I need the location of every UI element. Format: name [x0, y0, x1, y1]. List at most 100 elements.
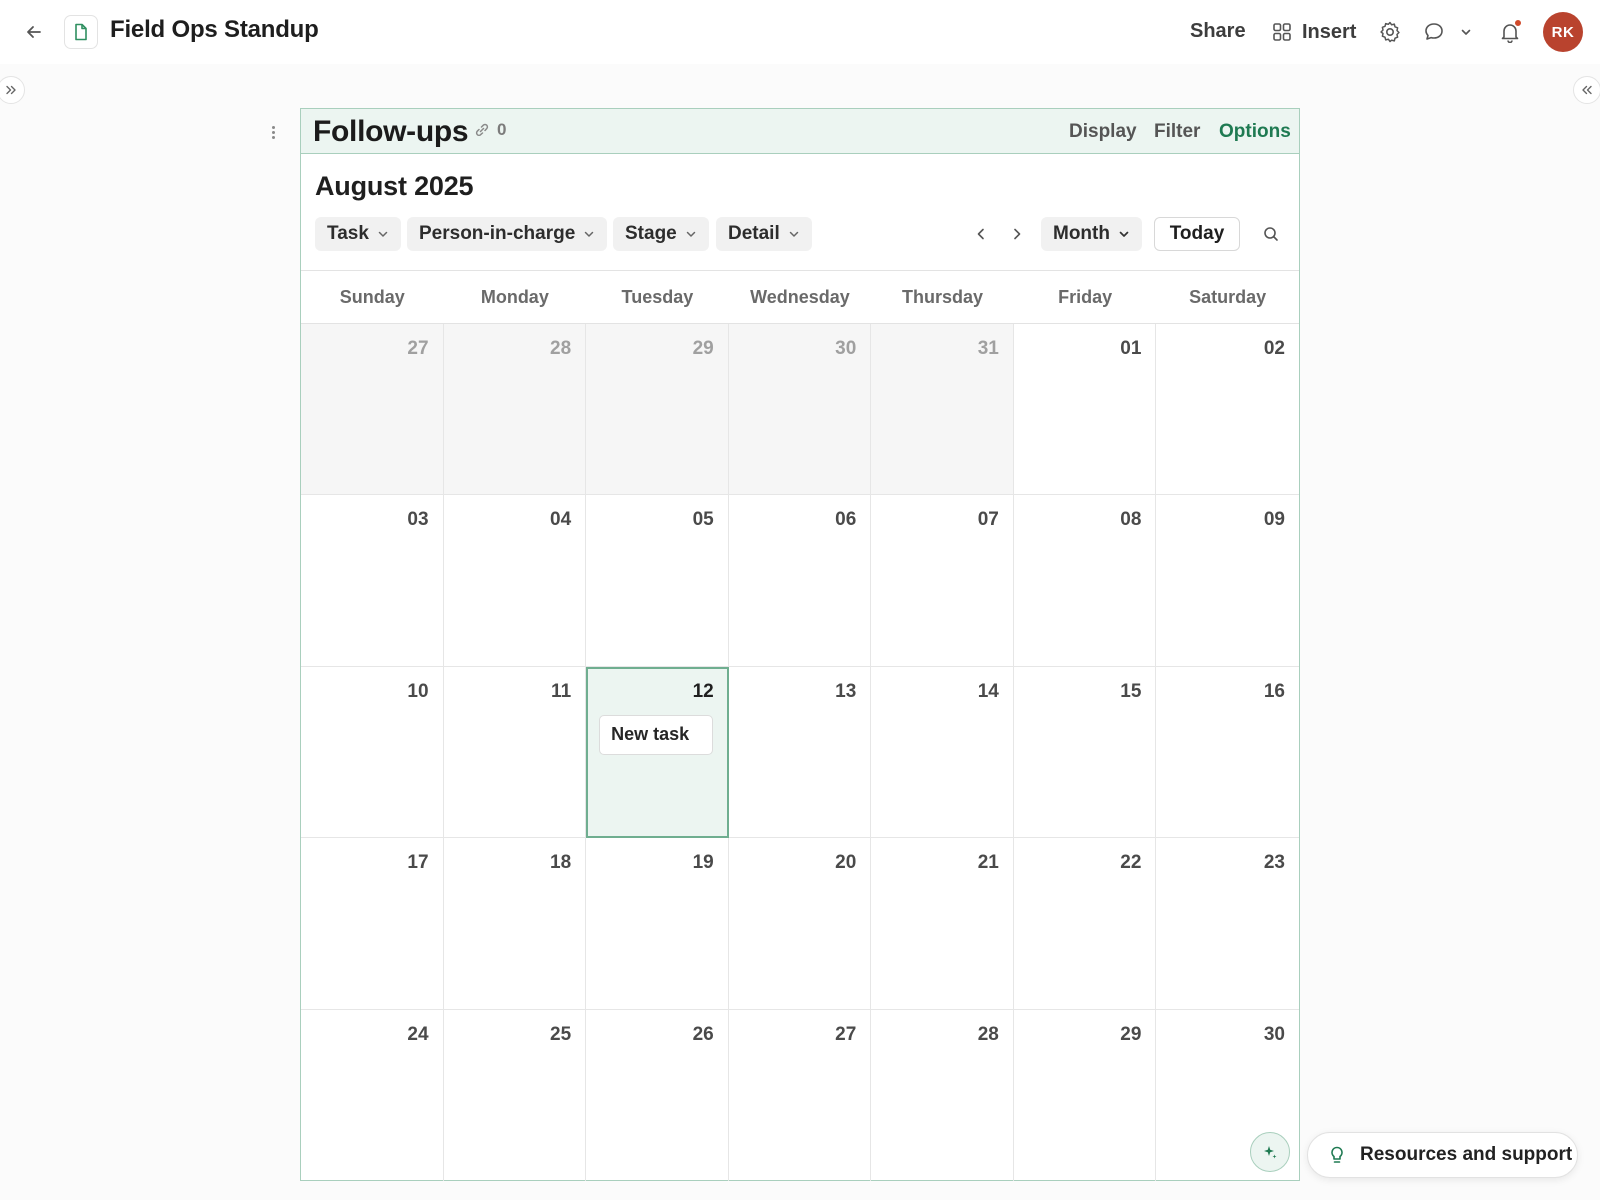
day-cell[interactable]: 29	[1014, 1009, 1157, 1181]
view-select-month[interactable]: Month	[1041, 217, 1142, 251]
day-cell[interactable]: 24	[301, 1009, 444, 1181]
chevron-down-icon	[378, 231, 388, 237]
day-cell[interactable]: 30	[728, 324, 872, 496]
day-number: 15	[1120, 680, 1142, 702]
day-cell[interactable]: 09	[1156, 495, 1299, 667]
expand-left-panel-button[interactable]	[0, 76, 25, 104]
resources-and-support-button[interactable]: Resources and support	[1307, 1132, 1578, 1178]
next-month-button[interactable]	[1005, 222, 1029, 246]
comments-button[interactable]	[1420, 18, 1448, 46]
notification-dot	[1514, 19, 1522, 27]
day-cell[interactable]: 28	[871, 1009, 1014, 1181]
day-cell[interactable]: 31	[871, 324, 1014, 496]
expand-right-panel-button[interactable]	[1573, 76, 1600, 104]
filter-chip-person-in-charge[interactable]: Person-in-charge	[407, 217, 608, 251]
day-cell[interactable]: 06	[728, 495, 872, 667]
link-count-value: 0	[497, 120, 507, 139]
avatar[interactable]: RK	[1543, 12, 1583, 52]
day-cell[interactable]: 08	[1013, 495, 1157, 667]
link-icon	[475, 123, 489, 136]
day-cell[interactable]: 19	[586, 838, 729, 1010]
day-number: 30	[835, 338, 857, 359]
day-number: 20	[835, 852, 857, 874]
task-chip[interactable]: New task	[599, 714, 714, 755]
day-number: 17	[407, 852, 429, 874]
day-cell[interactable]: 15	[1013, 666, 1157, 839]
ai-assist-button[interactable]	[1250, 1132, 1290, 1172]
day-cell[interactable]: 28	[443, 324, 587, 496]
day-number: 26	[692, 1023, 714, 1045]
day-cell[interactable]: 16	[1156, 667, 1299, 839]
day-number: 24	[407, 1023, 429, 1045]
day-number: 22	[1120, 852, 1142, 874]
search-icon	[1264, 227, 1278, 241]
day-number: 28	[550, 338, 572, 359]
dot	[271, 130, 275, 134]
display-button[interactable]: Display	[1069, 121, 1137, 143]
day-cell[interactable]: 20	[728, 838, 872, 1010]
chevron-down-icon	[1119, 231, 1129, 237]
dot	[271, 135, 275, 139]
day-cell[interactable]: 13	[728, 666, 872, 839]
double-chevron-left-icon	[1582, 85, 1592, 95]
calendar-widget: Follow-ups 0 Display Filter Options Augu…	[300, 108, 1300, 1181]
day-number: 12	[692, 680, 714, 702]
day-cell[interactable]: 21	[871, 838, 1014, 1010]
day-number: 31	[977, 338, 999, 359]
day-cell[interactable]: 18	[443, 838, 587, 1010]
chevron-down-icon	[686, 231, 695, 237]
weekday-label: Friday	[1058, 286, 1113, 307]
day-cell[interactable]: 26	[586, 1009, 729, 1181]
day-cell[interactable]: 04	[443, 495, 587, 667]
day-cell[interactable]: 23	[1156, 838, 1299, 1010]
weekday-label: Sunday	[339, 286, 405, 307]
document-icon	[75, 23, 87, 41]
widget-title[interactable]: Follow-ups	[313, 115, 469, 149]
filter-chip-label: Person-in-charge	[419, 223, 576, 244]
comments-dropdown-button[interactable]	[1455, 18, 1477, 46]
search-button[interactable]	[1259, 222, 1283, 246]
day-cell[interactable]: 10	[301, 666, 444, 839]
filter-chip-label: Task	[327, 223, 369, 244]
day-cell[interactable]: 25	[444, 1009, 587, 1181]
settings-button[interactable]	[1376, 18, 1404, 46]
insert-button[interactable]: Insert	[1272, 18, 1356, 46]
day-number: 23	[1263, 852, 1285, 874]
filter-chip-stage[interactable]: Stage	[613, 217, 709, 251]
day-cell[interactable]: 11	[443, 666, 587, 839]
options-button[interactable]: Options	[1219, 121, 1291, 143]
day-number: 16	[1263, 680, 1285, 702]
back-button[interactable]	[20, 18, 48, 46]
day-cell[interactable]: 03	[301, 495, 444, 667]
linked-count[interactable]: 0	[473, 120, 506, 140]
sparkle-icon	[1264, 1146, 1277, 1159]
day-cell[interactable]: 29	[586, 324, 729, 496]
day-number: 13	[835, 680, 857, 702]
block-menu-handle[interactable]	[268, 122, 278, 142]
day-number: 14	[977, 680, 999, 702]
previous-month-button[interactable]	[969, 222, 993, 246]
chevron-down-icon	[789, 231, 798, 237]
day-cell[interactable]: 05	[586, 495, 729, 667]
document-icon-button[interactable]	[64, 15, 98, 49]
filter-chip-label: Stage	[625, 223, 677, 244]
day-cell[interactable]: 01	[1013, 324, 1157, 496]
filter-chip-detail[interactable]: Detail	[716, 217, 812, 251]
filter-button[interactable]: Filter	[1154, 121, 1200, 143]
document-title[interactable]: Field Ops Standup	[110, 16, 319, 44]
day-cell[interactable]: 07	[871, 495, 1014, 667]
weekday-label: Tuesday	[621, 286, 694, 307]
day-number: 28	[977, 1023, 999, 1045]
day-cell[interactable]: 27	[729, 1009, 872, 1181]
day-cell[interactable]: 17	[301, 838, 444, 1010]
day-cell[interactable]: 02	[1156, 324, 1299, 496]
day-cell[interactable]: 14	[871, 666, 1014, 839]
day-cell[interactable]: 27	[301, 324, 444, 496]
today-button[interactable]: Today	[1154, 217, 1240, 251]
day-number: 10	[407, 680, 429, 702]
filter-chip-task[interactable]: Task	[315, 217, 401, 251]
share-button[interactable]: Share	[1190, 20, 1246, 43]
chevron-right-icon	[1014, 228, 1021, 240]
day-cell[interactable]: 22	[1013, 838, 1157, 1010]
day-cell[interactable]: 12 New task	[586, 666, 729, 839]
